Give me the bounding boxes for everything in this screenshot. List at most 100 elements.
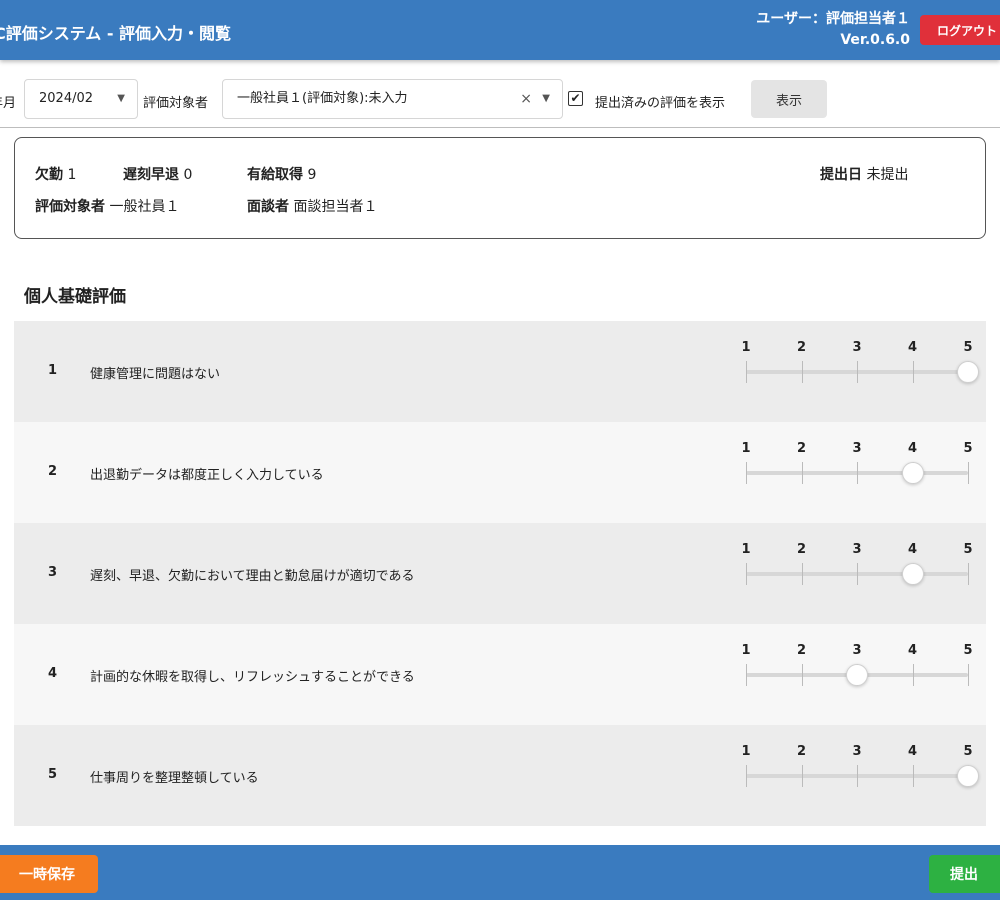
slider-tick (912, 361, 914, 383)
scale-label: 3 (852, 643, 862, 658)
scale-label: 3 (852, 744, 862, 759)
slider-tick (968, 563, 969, 585)
user-info: ユーザー：評価担当者１ Ver.0.6.0 (756, 9, 910, 51)
scale-label: 1 (741, 542, 751, 557)
scale-label: 4 (907, 643, 918, 658)
item-text: 健康管理に問題はない (90, 367, 221, 382)
section-title: 個人基礎評価 (24, 287, 126, 307)
scale-label: 2 (796, 744, 807, 759)
scale-label: 2 (796, 643, 807, 658)
submit-date-label: 提出日 (820, 167, 862, 183)
month-select-value: 2024/02 (39, 91, 94, 106)
rating-slider-thumb[interactable] (957, 361, 979, 383)
clear-icon[interactable]: × (520, 80, 532, 118)
rating-slider-thumb[interactable] (957, 765, 979, 787)
slider-tick (801, 462, 803, 484)
scale-label: 1 (741, 744, 751, 759)
action-footer: 一時保存 提出 (0, 845, 1000, 900)
target-select-value: 一般社員１(評価対象):未入力 (237, 91, 408, 106)
scale-label: 5 (963, 340, 973, 355)
paid-leave-label: 有給取得 (247, 167, 303, 183)
scale-label: 2 (796, 340, 807, 355)
scale-label: 4 (907, 340, 918, 355)
scale-label: 5 (963, 643, 973, 658)
scale-label: 1 (741, 340, 751, 355)
submit-date: 提出日 未提出 (820, 164, 908, 184)
scale-label: 4 (907, 542, 918, 557)
scale-label: 2 (796, 441, 807, 456)
item-number: 4 (48, 666, 58, 681)
evaluatee-label: 評価対象者 (35, 199, 105, 215)
app-header: C評価システム - 評価入力・閲覧 ユーザー：評価担当者１ Ver.0.6.0 … (0, 0, 1000, 60)
month-select[interactable]: 2024/02 ▼ (24, 79, 138, 119)
slider-tick (857, 462, 858, 484)
show-submitted-checkbox[interactable]: ✔ (568, 91, 583, 106)
filter-bar: 年月 2024/02 ▼ 評価対象者 一般社員１(評価対象):未入力 × ▼ ✔… (0, 60, 1000, 128)
slider-tick (912, 664, 914, 686)
chevron-down-icon: ▼ (542, 93, 550, 104)
slider-tick (857, 765, 858, 787)
slider-tick (857, 563, 858, 585)
slider-tick (857, 361, 858, 383)
interviewer-label: 面談者 (247, 199, 289, 215)
absence-label: 欠勤 (35, 167, 63, 183)
summary-card: 欠勤 1 遅刻早退 0 有給取得 9 提出日 未提出 評価対象者 一般社員１ 面… (14, 137, 986, 239)
item-text: 仕事周りを整理整頓している (90, 771, 259, 786)
evaluation-row: 2 出退勤データは都度正しく入力している 1 2 3 4 5 (14, 422, 986, 523)
evaluation-row: 3 遅刻、早退、欠勤において理由と勤怠届けが適切である 1 2 3 4 5 (14, 523, 986, 624)
target-label: 評価対象者 (143, 96, 209, 111)
rating-slider-thumb[interactable] (901, 462, 924, 484)
late-stat: 遅刻早退 0 (123, 164, 192, 184)
show-button[interactable]: 表示 (751, 80, 827, 118)
scale-label: 1 (741, 441, 751, 456)
item-text: 出退勤データは都度正しく入力している (90, 468, 324, 483)
scale-label: 2 (796, 542, 807, 557)
late-value: 0 (183, 167, 193, 183)
slider-tick (968, 462, 969, 484)
interviewer-info: 面談者 面談担当者１ (247, 196, 377, 216)
slider-tick (801, 765, 803, 787)
show-submitted-label[interactable]: 提出済みの評価を表示 (595, 92, 725, 111)
slider-tick (746, 563, 747, 585)
item-number: 2 (48, 464, 58, 479)
app-title: C評価システム - 評価入力・閲覧 (0, 24, 232, 43)
slider-tick (801, 664, 803, 686)
app-version: Ver.0.6.0 (840, 32, 910, 48)
submit-date-value: 未提出 (866, 167, 909, 183)
slider-tick (801, 563, 803, 585)
scale-label: 5 (963, 744, 973, 759)
rating-slider-thumb[interactable] (901, 563, 924, 585)
interviewer-value: 面談担当者１ (293, 199, 378, 215)
evaluation-row: 1 健康管理に問題はない 1 2 3 4 5 (14, 321, 986, 422)
evaluation-row: 4 計画的な休暇を取得し、リフレッシュすることができる 1 2 3 4 5 (14, 624, 986, 725)
evaluation-list: 1 健康管理に問題はない 1 2 3 4 5 2 出退勤データは都度正しく入力している 1 2 3 4 5… (14, 321, 986, 826)
absence-value: 1 (67, 167, 77, 183)
item-text: 遅刻、早退、欠勤において理由と勤怠届けが適切である (90, 569, 415, 584)
scale-label: 4 (907, 441, 918, 456)
evaluation-row: 5 仕事周りを整理整頓している 1 2 3 4 5 (14, 725, 986, 826)
rating-slider-thumb[interactable] (846, 664, 868, 686)
scale-label: 5 (963, 542, 973, 557)
save-draft-button[interactable]: 一時保存 (0, 855, 98, 893)
scale-label: 4 (907, 744, 918, 759)
slider-tick (746, 664, 747, 686)
paid-leave-stat: 有給取得 9 (247, 164, 316, 184)
chevron-down-icon: ▼ (117, 93, 125, 104)
scale-label: 3 (852, 340, 862, 355)
logout-button[interactable]: ログアウト (920, 15, 1000, 45)
item-number: 5 (48, 767, 58, 782)
paid-leave-value: 9 (307, 167, 317, 183)
yearmonth-label: 年月 (0, 96, 17, 111)
item-text: 計画的な休暇を取得し、リフレッシュすることができる (90, 670, 415, 685)
item-number: 1 (48, 363, 58, 378)
slider-tick (801, 361, 803, 383)
scale-label: 3 (852, 542, 862, 557)
submit-button[interactable]: 提出 (929, 855, 1000, 893)
absence-stat: 欠勤 1 (35, 164, 76, 184)
late-label: 遅刻早退 (123, 167, 179, 183)
evaluatee-info: 評価対象者 一般社員１ (35, 196, 179, 216)
item-number: 3 (48, 565, 58, 580)
target-select[interactable]: 一般社員１(評価対象):未入力 × ▼ (222, 79, 563, 119)
scale-label: 5 (963, 441, 973, 456)
user-name: ユーザー：評価担当者１ (756, 11, 910, 27)
